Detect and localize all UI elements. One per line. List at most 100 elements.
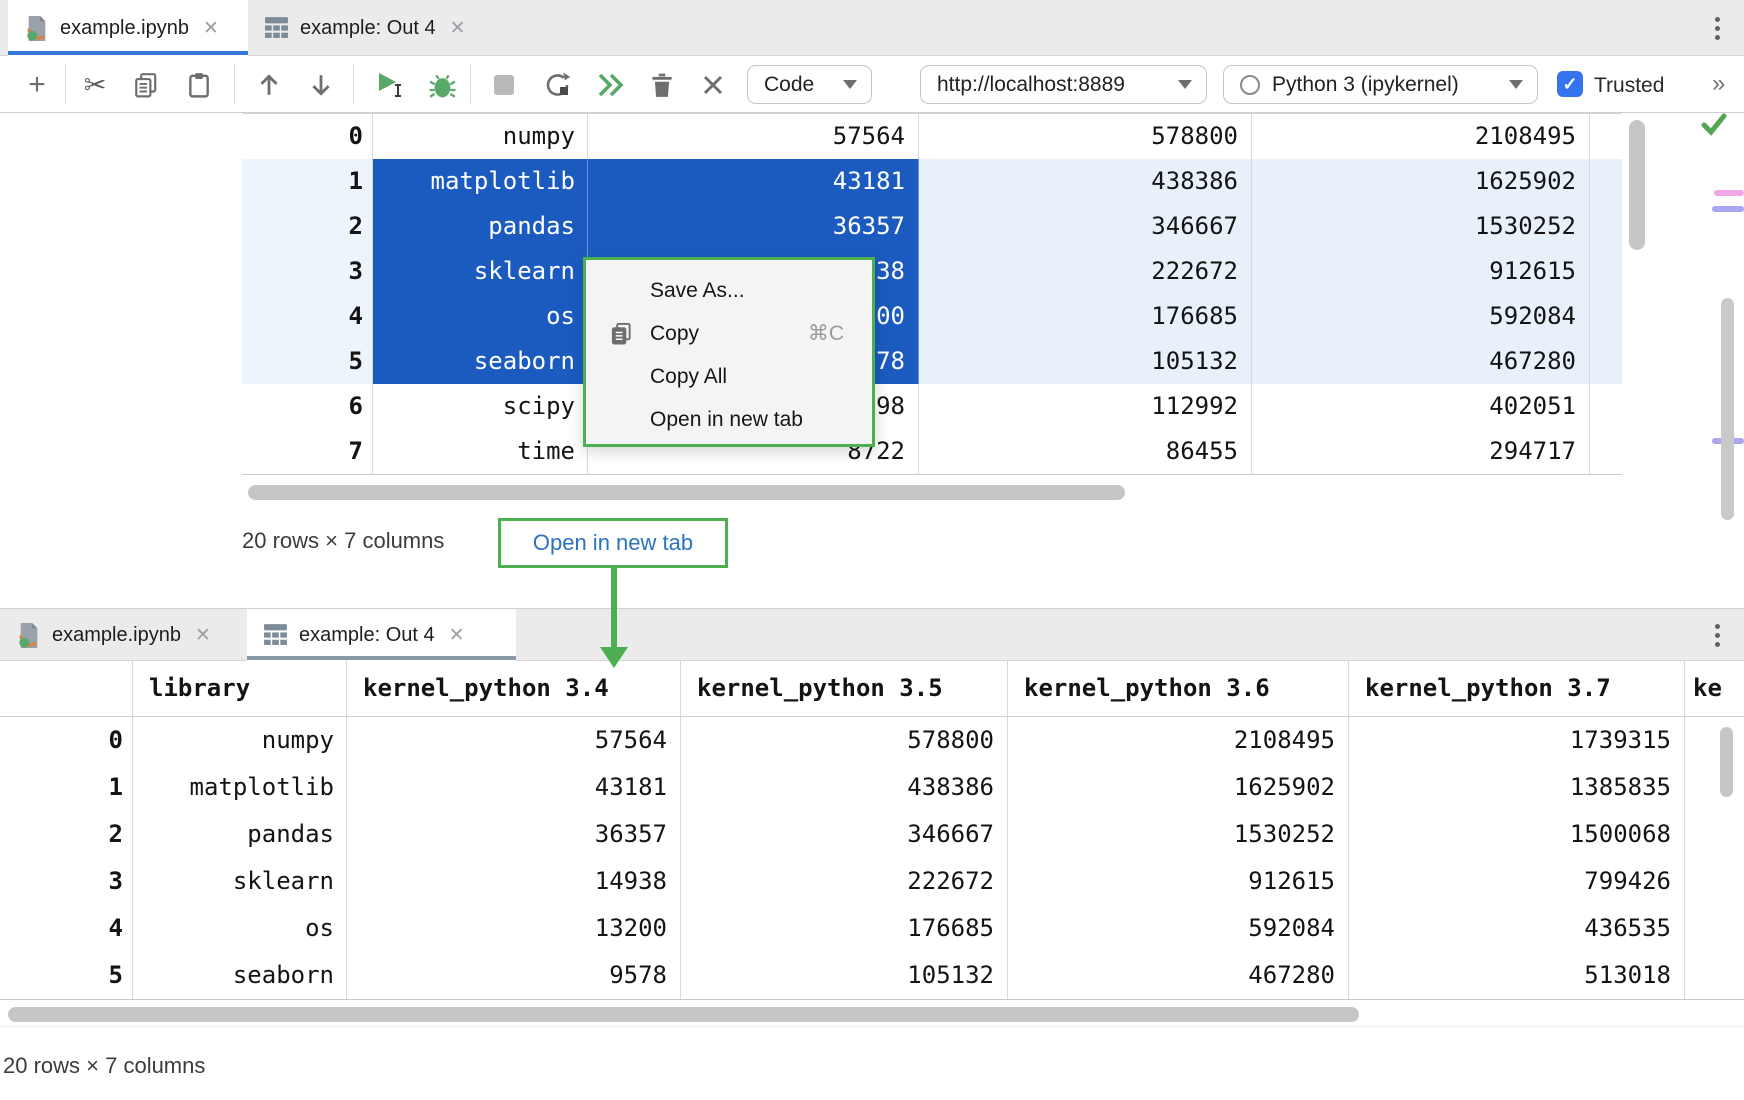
cell-library[interactable]: pandas — [373, 204, 588, 249]
more-options-kebab-icon[interactable] — [1703, 620, 1731, 650]
horizontal-scrollbar-thumb[interactable] — [8, 1007, 1359, 1022]
debug-cell-button[interactable] — [427, 70, 457, 100]
table-row-selected[interactable]: 2 pandas 36357 346667 1530252 — [242, 204, 1622, 249]
row-index[interactable]: 5 — [0, 952, 133, 999]
cell-value[interactable]: 176685 — [919, 294, 1252, 339]
close-output-button[interactable] — [698, 70, 728, 100]
cell-clipped[interactable] — [1590, 384, 1622, 429]
cell-library[interactable]: seaborn — [133, 952, 347, 999]
table-row-selected[interactable]: 3 sklearn 14938 222672 912615 — [242, 249, 1622, 294]
trusted-checkbox[interactable]: ✓ — [1557, 71, 1583, 97]
cell-value[interactable]: 1530252 — [1252, 204, 1590, 249]
cell-value[interactable]: 1500068 — [1349, 811, 1685, 858]
cell-value[interactable]: 438386 — [919, 159, 1252, 204]
restart-kernel-button[interactable] — [543, 70, 573, 100]
menu-item-copy[interactable]: Copy ⌘C — [586, 312, 872, 355]
row-index[interactable]: 0 — [0, 717, 133, 764]
cell-value[interactable]: 346667 — [681, 811, 1008, 858]
cell-library[interactable]: numpy — [133, 717, 347, 764]
cell-value[interactable]: 294717 — [1252, 429, 1590, 474]
cell-value[interactable]: 105132 — [681, 952, 1008, 999]
row-index[interactable]: 4 — [0, 905, 133, 952]
cell-library[interactable]: seaborn — [373, 339, 588, 384]
row-index[interactable]: 5 — [242, 339, 373, 384]
horizontal-scrollbar-thumb[interactable] — [248, 485, 1125, 500]
add-cell-button[interactable]: + — [22, 70, 52, 100]
cell-library[interactable]: matplotlib — [133, 764, 347, 811]
table-row[interactable]: 4 os 13200 176685 592084 436535 — [0, 905, 1744, 952]
row-index[interactable]: 2 — [0, 811, 133, 858]
table-row[interactable]: 3 sklearn 14938 222672 912615 799426 — [0, 858, 1744, 905]
table-row[interactable]: 6 scipy 8998 112992 402051 — [242, 384, 1622, 429]
move-cell-down-button[interactable] — [306, 70, 336, 100]
copy-cell-button[interactable] — [131, 70, 161, 100]
cell-value[interactable]: 105132 — [919, 339, 1252, 384]
cell-value[interactable]: 513018 — [1349, 952, 1685, 999]
cell-library[interactable]: matplotlib — [373, 159, 588, 204]
cell-library[interactable]: scipy — [373, 384, 588, 429]
kernel-dropdown[interactable]: Python 3 (ipykernel) — [1223, 65, 1538, 104]
cell-value[interactable]: 43181 — [588, 159, 919, 204]
cell-value[interactable]: 592084 — [1252, 294, 1590, 339]
row-index[interactable]: 3 — [242, 249, 373, 294]
close-tab-icon[interactable]: ✕ — [450, 17, 466, 40]
cell-library[interactable]: sklearn — [133, 858, 347, 905]
table-row-selected[interactable]: 5 seaborn 9578 105132 467280 — [242, 339, 1622, 384]
table-row[interactable]: 0 numpy 57564 578800 2108495 1739315 — [0, 717, 1744, 764]
header-clipped[interactable]: ke — [1685, 660, 1744, 717]
cell-library[interactable]: time — [373, 429, 588, 474]
cell-value[interactable]: 438386 — [681, 764, 1008, 811]
cell-value[interactable]: 402051 — [1252, 384, 1590, 429]
cell-clipped[interactable] — [1590, 159, 1622, 204]
cell-clipped[interactable] — [1685, 905, 1744, 952]
cell-value[interactable]: 1625902 — [1252, 159, 1590, 204]
header-kernel-python-3-7[interactable]: kernel_python 3.7 — [1349, 660, 1685, 717]
cell-clipped[interactable] — [1685, 764, 1744, 811]
cell-value[interactable]: 14938 — [347, 858, 681, 905]
cell-value[interactable]: 2108495 — [1008, 717, 1349, 764]
cell-value[interactable]: 57564 — [588, 114, 919, 159]
editor-scrollbar-thumb[interactable] — [1721, 298, 1734, 520]
cell-value[interactable]: 1530252 — [1008, 811, 1349, 858]
row-index[interactable]: 1 — [242, 159, 373, 204]
cut-cell-button[interactable]: ✂ — [80, 70, 110, 100]
row-index[interactable]: 4 — [242, 294, 373, 339]
cell-clipped[interactable] — [1685, 717, 1744, 764]
cell-value[interactable]: 222672 — [919, 249, 1252, 294]
cell-value[interactable]: 912615 — [1008, 858, 1349, 905]
move-cell-up-button[interactable] — [254, 70, 284, 100]
cell-value[interactable]: 467280 — [1008, 952, 1349, 999]
cell-value[interactable]: 592084 — [1008, 905, 1349, 952]
table-row[interactable]: 2 pandas 36357 346667 1530252 1500068 — [0, 811, 1744, 858]
menu-item-copy-all[interactable]: Copy All — [586, 355, 872, 398]
close-tab-icon[interactable]: ✕ — [203, 17, 219, 40]
header-index[interactable] — [0, 660, 133, 717]
cell-clipped[interactable] — [1590, 204, 1622, 249]
header-kernel-python-3-6[interactable]: kernel_python 3.6 — [1008, 660, 1349, 717]
cell-clipped[interactable] — [1590, 339, 1622, 384]
table-vertical-scrollbar-thumb[interactable] — [1629, 120, 1645, 250]
cell-library[interactable]: numpy — [373, 114, 588, 159]
run-all-cells-button[interactable] — [596, 70, 626, 100]
cell-value[interactable]: 222672 — [681, 858, 1008, 905]
table-row[interactable]: 0 numpy 57564 578800 2108495 — [242, 114, 1622, 159]
cell-value[interactable]: 36357 — [347, 811, 681, 858]
bottom-tab-example-ipynb[interactable]: example.ipynb ✕ — [0, 609, 247, 661]
cell-clipped[interactable] — [1590, 114, 1622, 159]
table-row[interactable]: 5 seaborn 9578 105132 467280 513018 — [0, 952, 1744, 999]
cell-value[interactable]: 578800 — [681, 717, 1008, 764]
row-index[interactable]: 0 — [242, 114, 373, 159]
cell-clipped[interactable] — [1590, 429, 1622, 474]
cell-value[interactable]: 578800 — [919, 114, 1252, 159]
cell-clipped[interactable] — [1590, 249, 1622, 294]
cell-library[interactable]: os — [373, 294, 588, 339]
table-row[interactable]: 7 time 8722 86455 294717 — [242, 429, 1622, 474]
paste-cell-button[interactable] — [184, 70, 214, 100]
cell-value[interactable]: 912615 — [1252, 249, 1590, 294]
toolbar-overflow-chevrons[interactable]: » — [1712, 70, 1723, 98]
more-options-kebab-icon[interactable] — [1703, 13, 1731, 43]
cell-value[interactable]: 346667 — [919, 204, 1252, 249]
close-tab-icon[interactable]: ✕ — [449, 624, 465, 647]
cell-value[interactable]: 2108495 — [1252, 114, 1590, 159]
top-tab-example-ipynb[interactable]: example.ipynb ✕ — [8, 0, 248, 56]
